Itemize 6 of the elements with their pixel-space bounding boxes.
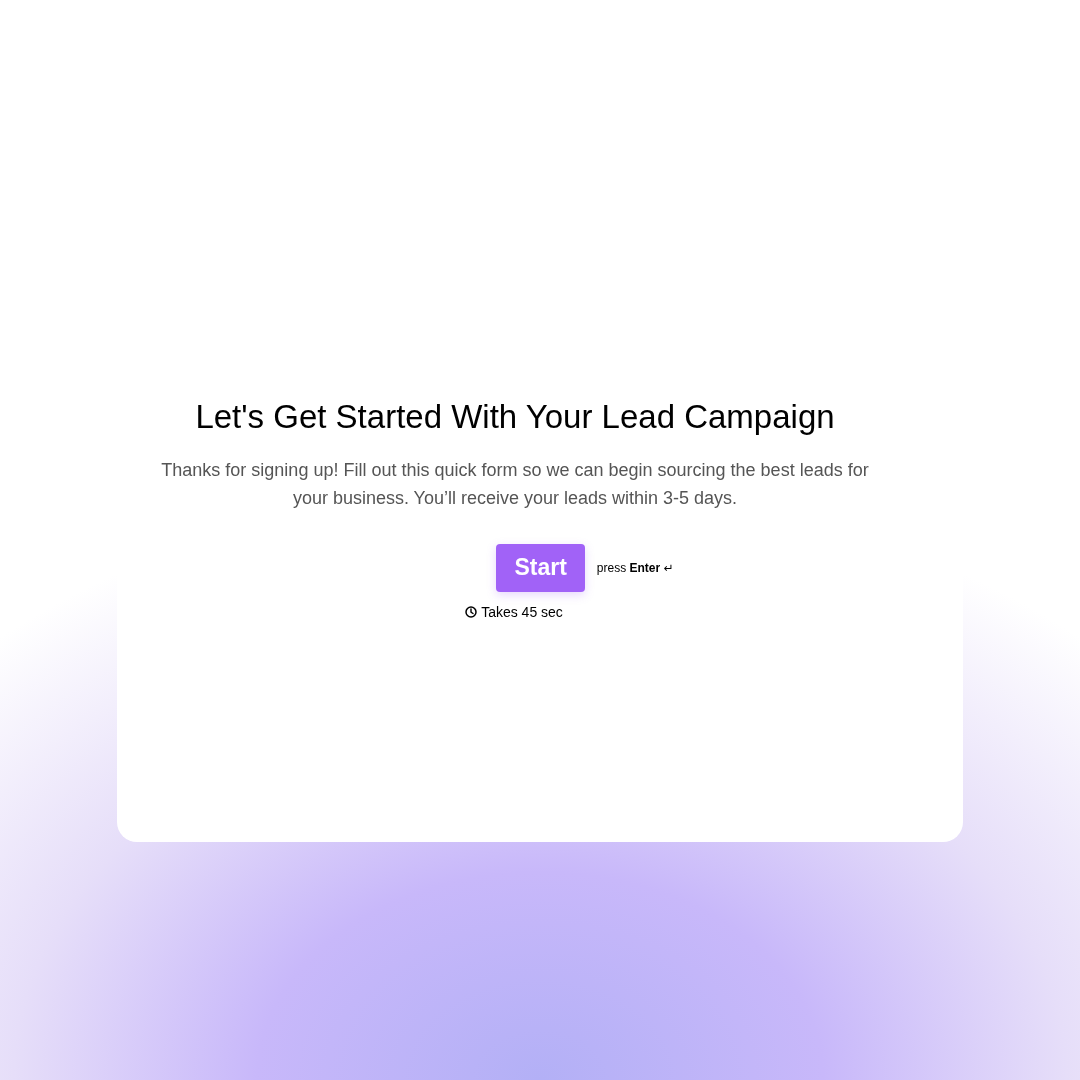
start-button[interactable]: Start: [496, 543, 585, 592]
description: Thanks for signing up! Fill out this quick form so we can begin sourcing the best leads for your business. You’ll receive your leads within 3-5 days.: [160, 458, 870, 510]
clock-icon: [465, 605, 478, 618]
duration-text: Takes 45 sec: [481, 603, 563, 620]
keyboard-hint: press Enter ↵: [596, 560, 674, 575]
page-title: Let's Get Started With Your Lead Campaign: [195, 397, 835, 436]
